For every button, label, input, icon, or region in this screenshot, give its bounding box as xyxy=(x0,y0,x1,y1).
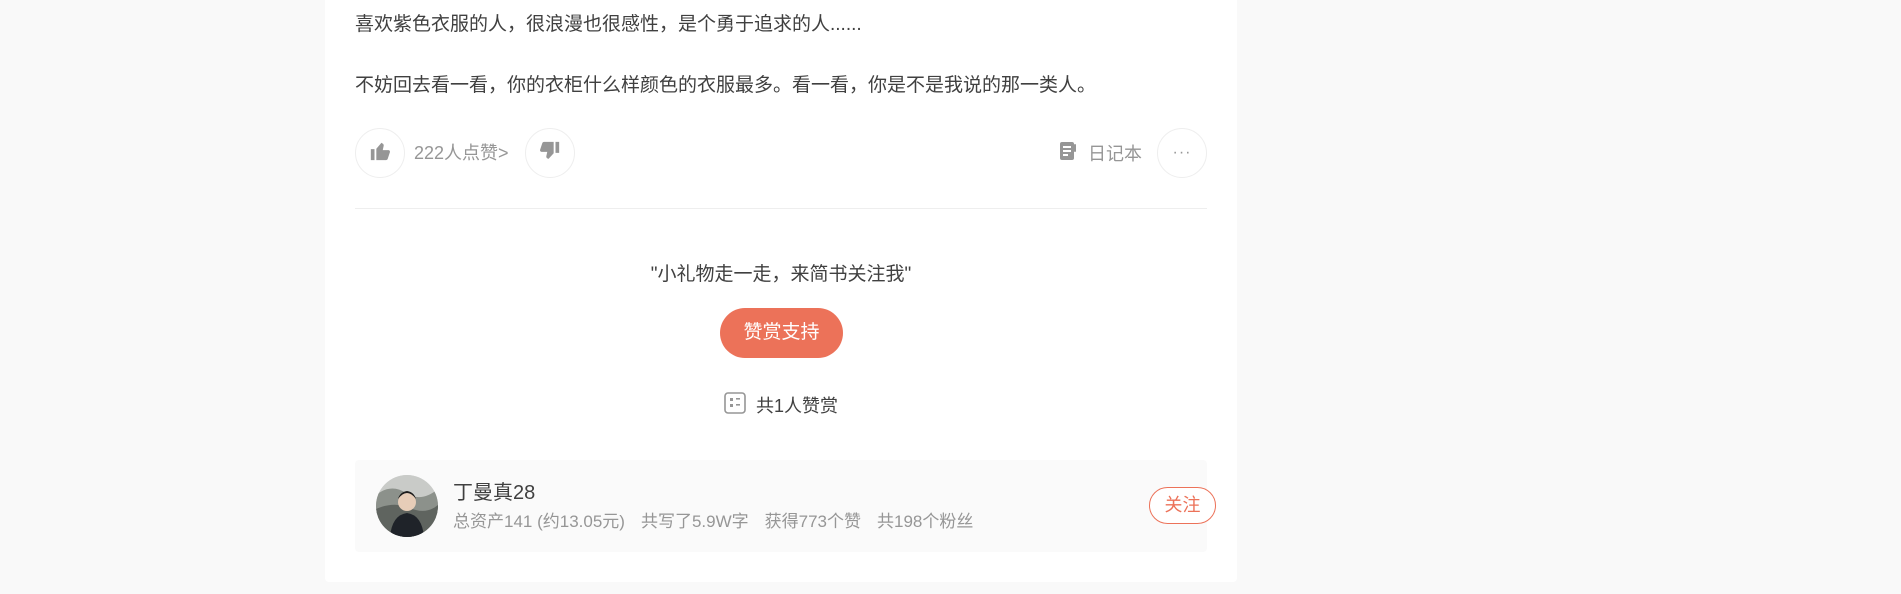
article-paragraph: 不妨回去看一看，你的衣柜什么样颜色的衣服最多。看一看，你是不是我说的那一类人。 xyxy=(355,75,1097,96)
reward-count-link[interactable]: 共1人赞赏 xyxy=(325,391,1237,419)
like-count-link[interactable]: 222人点赞> xyxy=(414,141,509,165)
divider xyxy=(355,208,1207,209)
reward-support-button[interactable]: 赞赏支持 xyxy=(720,308,843,358)
author-stats: 总资产141 (约13.05元) 共写了5.9W字 获得773个赞 共198个粉… xyxy=(453,511,973,533)
notebook-link[interactable]: 日记本 xyxy=(1058,141,1142,165)
notebook-label: 日记本 xyxy=(1088,144,1142,164)
follow-button[interactable]: 关注 xyxy=(1149,487,1216,524)
chevron-right-icon: > xyxy=(498,143,509,163)
author-box: 丁曼真28 总资产141 (约13.05元) 共写了5.9W字 获得773个赞 … xyxy=(355,460,1216,552)
reward-quote: "小礼物走一走，来简书关注我" xyxy=(650,264,912,285)
more-button[interactable]: ··· xyxy=(1157,128,1207,178)
author-name[interactable]: 丁曼真28 xyxy=(453,480,535,506)
like-count-text: 222人点赞 xyxy=(414,143,499,163)
more-icon: ··· xyxy=(1172,144,1192,161)
like-button[interactable] xyxy=(355,128,405,178)
author-followers: 共198个粉丝 xyxy=(877,512,974,531)
avatar[interactable] xyxy=(376,475,438,537)
author-assets: 总资产141 (约13.05元) xyxy=(453,512,625,531)
thumbs-up-icon xyxy=(369,140,391,167)
notebook-icon xyxy=(1058,140,1078,167)
article-paragraph: 喜欢紫色衣服的人，很浪漫也很感性，是个勇于追求的人...... xyxy=(355,14,862,35)
dislike-button[interactable] xyxy=(525,128,575,178)
thumbs-down-icon xyxy=(539,140,561,167)
reward-list-icon xyxy=(724,391,746,419)
author-word-count: 共写了5.9W字 xyxy=(640,512,749,531)
author-likes: 获得773个赞 xyxy=(764,512,862,531)
reward-count-text: 共1人赞赏 xyxy=(755,396,838,416)
article-card: 喜欢紫色衣服的人，很浪漫也很感性，是个勇于追求的人...... 不妨回去看一看，… xyxy=(325,0,1237,582)
